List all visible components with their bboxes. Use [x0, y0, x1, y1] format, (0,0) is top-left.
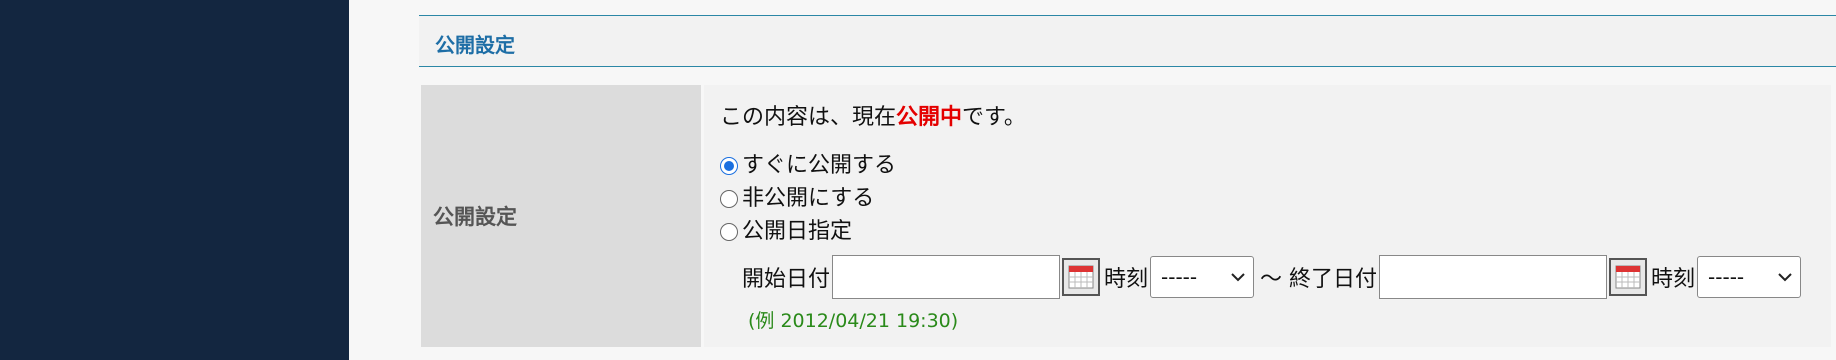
calendar-icon	[1068, 265, 1094, 289]
end-calendar-button[interactable]	[1609, 258, 1648, 296]
publish-status-text: この内容は、現在公開中です。	[720, 99, 1026, 131]
radio-label: 非公開にする	[742, 186, 875, 211]
radio-button[interactable]	[720, 157, 738, 175]
form-label-cell: 公開設定	[421, 85, 701, 347]
status-prefix: この内容は、現在	[720, 105, 897, 130]
sidebar	[0, 0, 349, 360]
start-date-input[interactable]	[832, 255, 1061, 299]
date-format-example: (例 2012/04/21 19:30)	[748, 310, 959, 332]
end-date-label: 〜 終了日付	[1260, 267, 1378, 292]
start-time-label: 時刻	[1104, 267, 1149, 292]
select-value: -----	[1161, 265, 1198, 289]
radio-button[interactable]	[720, 223, 738, 241]
end-date-input[interactable]	[1379, 255, 1608, 299]
status-highlight: 公開中	[896, 105, 963, 130]
chevron-down-icon	[1778, 273, 1792, 282]
form-label: 公開設定	[433, 205, 517, 229]
radio-label: 公開日指定	[742, 219, 853, 244]
start-time-select[interactable]: -----	[1150, 256, 1255, 298]
select-value: -----	[1708, 265, 1745, 289]
section-header: 公開設定	[419, 15, 1836, 67]
end-time-label: 時刻	[1651, 267, 1696, 292]
start-date-label: 開始日付	[742, 267, 831, 292]
date-range-row: 開始日付 時刻 ----- 〜 終了日付 時刻 -----	[742, 253, 1802, 301]
end-time-select[interactable]: -----	[1697, 256, 1802, 298]
radio-publish-now[interactable]: すぐに公開する	[720, 147, 897, 178]
calendar-icon	[1615, 265, 1641, 289]
section-title: 公開設定	[435, 33, 515, 57]
main-content: 公開設定 公開設定 この内容は、現在公開中です。 すぐに公開する 非公開にする …	[349, 0, 1836, 360]
radio-unpublish[interactable]: 非公開にする	[720, 180, 875, 211]
start-calendar-button[interactable]	[1062, 258, 1101, 296]
radio-schedule[interactable]: 公開日指定	[720, 213, 853, 244]
radio-button[interactable]	[720, 190, 738, 208]
status-suffix: です。	[962, 105, 1026, 130]
chevron-down-icon	[1231, 273, 1245, 282]
radio-label: すぐに公開する	[742, 153, 897, 178]
form-value-cell: この内容は、現在公開中です。 すぐに公開する 非公開にする 公開日指定 開始日付	[704, 85, 1831, 347]
